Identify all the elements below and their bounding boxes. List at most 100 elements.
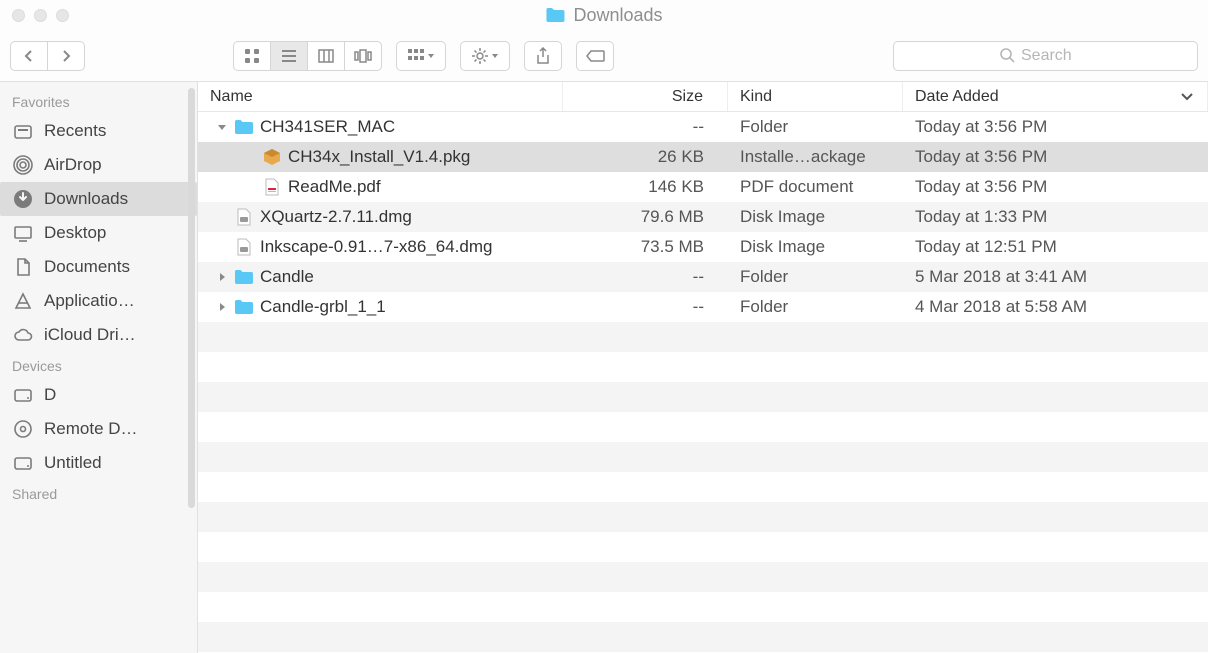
search-input[interactable] [1021,47,1091,65]
downloads-icon [12,188,34,210]
sidebar-section-label: Shared [0,480,197,506]
gallery-view-icon [354,49,372,63]
sidebar-item[interactable]: AirDrop [0,148,197,182]
file-date: 5 Mar 2018 at 3:41 AM [903,262,1208,292]
action-button[interactable] [460,41,510,71]
view-gallery-button[interactable] [344,41,382,71]
table-row[interactable]: Candle-grbl_1_1--Folder4 Mar 2018 at 5:5… [198,292,1208,322]
toolbar [0,30,1208,82]
table-row[interactable]: CH341SER_MAC--FolderToday at 3:56 PM [198,112,1208,142]
empty-row [198,532,1208,562]
back-button[interactable] [10,41,48,71]
column-header-name[interactable]: Name [198,82,563,111]
view-column-button[interactable] [307,41,345,71]
close-window-button[interactable] [12,9,25,22]
disclosure-triangle-icon[interactable] [216,272,228,282]
empty-row [198,592,1208,622]
column-header-kind[interactable]: Kind [728,82,903,111]
sidebar-item-label: D [44,385,56,405]
sidebar-item[interactable]: iCloud Dri… [0,318,197,352]
nav-back-forward [10,41,85,71]
file-size: -- [563,112,728,142]
file-size: -- [563,292,728,322]
zoom-window-button[interactable] [56,9,69,22]
sidebar-item-label: Recents [44,121,106,141]
sidebar-item[interactable]: Documents [0,250,197,284]
share-icon [536,47,550,65]
hdd-icon [12,384,34,406]
chevron-right-icon [61,49,71,63]
disclosure-triangle-icon[interactable] [216,302,228,312]
empty-row [198,352,1208,382]
window-title: Downloads [545,5,662,26]
empty-row [198,382,1208,412]
column-header-size[interactable]: Size [563,82,728,111]
desktop-icon [12,222,34,244]
table-row[interactable]: Inkscape-0.91…7-x86_64.dmg 73.5 MBDisk Im… [198,232,1208,262]
file-size: 146 KB [563,172,728,202]
file-date: Today at 1:33 PM [903,202,1208,232]
tags-button[interactable] [576,41,614,71]
file-name: CH34x_Install_V1.4.pkg [288,147,470,167]
search-icon [1000,48,1015,63]
pkg-icon [262,147,282,167]
file-name: ReadMe.pdf [288,177,381,197]
file-name: Candle-grbl_1_1 [260,297,386,317]
sidebar-item-label: Applicatio… [44,291,135,311]
empty-row [198,622,1208,652]
sidebar-item[interactable]: Desktop [0,216,197,250]
sidebar-item-label: iCloud Dri… [44,325,136,345]
sidebar-item[interactable]: Applicatio… [0,284,197,318]
file-date: Today at 3:56 PM [903,142,1208,172]
titlebar: Downloads [0,0,1208,30]
folder-icon [234,297,254,317]
table-row[interactable]: XQuartz-2.7.11.dmg79.6 MBDisk ImageToday… [198,202,1208,232]
disclosure-triangle-icon[interactable] [216,122,228,132]
sidebar-item-label: AirDrop [44,155,102,175]
forward-button[interactable] [47,41,85,71]
sidebar-section-label: Devices [0,352,197,378]
tag-icon [585,49,605,63]
file-list: Name Size Kind Date Added CH341SER_MAC--… [198,82,1208,653]
file-kind: Installe…ackage [728,142,903,172]
empty-row [198,562,1208,592]
empty-row [198,472,1208,502]
view-icon-button[interactable] [233,41,271,71]
file-size: 73.5 MB [563,232,728,262]
arrange-button[interactable] [396,41,446,71]
folder-icon [234,267,254,287]
sidebar-section-label: Favorites [0,88,197,114]
file-kind: Disk Image [728,232,903,262]
hdd-icon [12,452,34,474]
folder-icon [545,7,565,23]
file-name: Inkscape-0.91…7-x86_64.dmg [260,237,492,257]
minimize-window-button[interactable] [34,9,47,22]
column-header-date[interactable]: Date Added [903,82,1208,111]
icloud-icon [12,324,34,346]
search-field[interactable] [893,41,1198,71]
file-size: 79.6 MB [563,202,728,232]
sidebar-scrollbar[interactable] [188,88,195,508]
sidebar-item-label: Remote D… [44,419,138,439]
sidebar-item[interactable]: D [0,378,197,412]
file-date: Today at 3:56 PM [903,172,1208,202]
table-row[interactable]: ReadMe.pdf146 KBPDF documentToday at 3:5… [198,172,1208,202]
list-view-icon [281,48,297,64]
file-kind: Folder [728,292,903,322]
empty-row [198,502,1208,532]
sidebar-item[interactable]: Recents [0,114,197,148]
gear-dropdown-icon [472,48,498,64]
sidebar-item[interactable]: Remote D… [0,412,197,446]
sidebar-item[interactable]: Untitled [0,446,197,480]
window-title-text: Downloads [573,5,662,26]
view-mode-segment [233,41,382,71]
share-button[interactable] [524,41,562,71]
documents-icon [12,256,34,278]
view-list-button[interactable] [270,41,308,71]
file-kind: Folder [728,262,903,292]
table-row[interactable]: CH34x_Install_V1.4.pkg26 KBInstalle…acka… [198,142,1208,172]
grid-dropdown-icon [408,48,434,64]
table-row[interactable]: Candle--Folder5 Mar 2018 at 3:41 AM [198,262,1208,292]
sidebar-item[interactable]: Downloads [0,182,197,216]
rows: CH341SER_MAC--FolderToday at 3:56 PMCH34… [198,112,1208,653]
